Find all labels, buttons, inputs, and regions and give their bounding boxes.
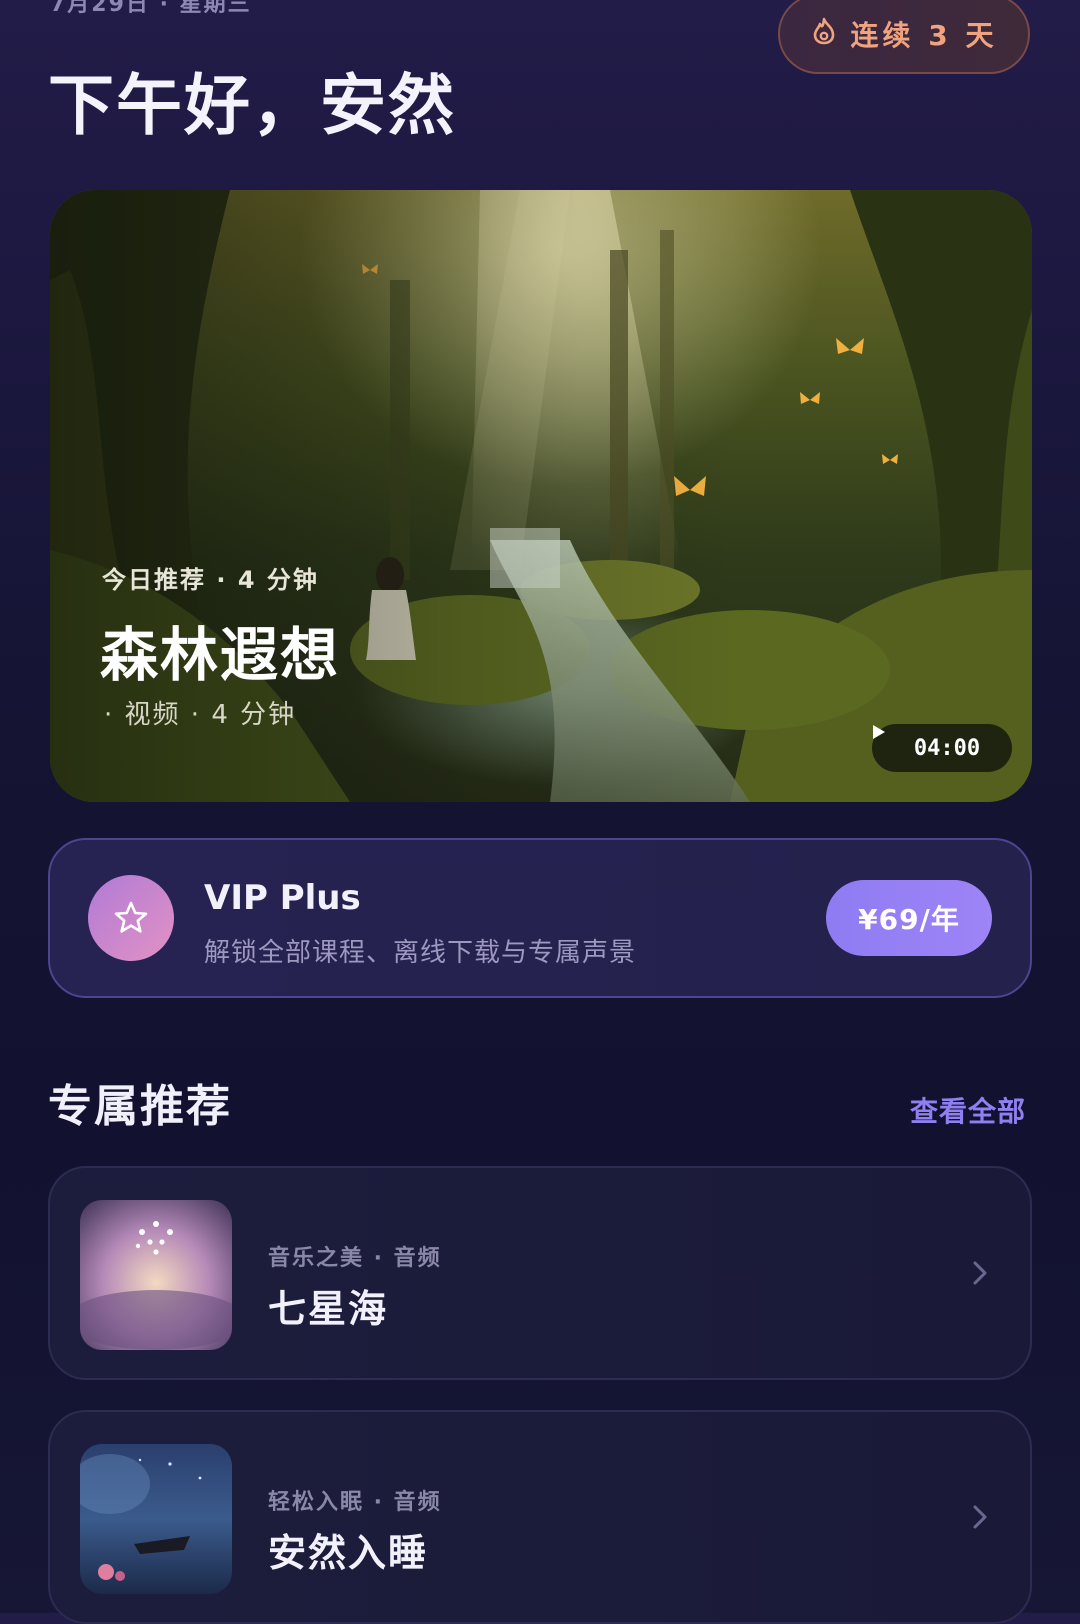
- chevron-right-icon: [972, 1260, 988, 1290]
- vip-banner[interactable]: VIP Plus 解锁全部课程、离线下载与专属声景 ¥69/年: [48, 838, 1032, 998]
- chevron-right-icon: [972, 1504, 988, 1534]
- vip-price-button[interactable]: ¥69/年: [826, 880, 992, 956]
- hero-card[interactable]: 今日推荐 · 4 分钟 森林遐想 · 视频 · 4 分钟 04:00: [50, 190, 1032, 802]
- star-icon: [88, 875, 174, 961]
- date-label: 7月29日 · 星期三: [50, 0, 252, 17]
- list-item[interactable]: 轻松入眠 · 音频 安然入睡: [48, 1410, 1032, 1624]
- sleep-boat-thumbnail: [80, 1444, 232, 1594]
- flame-icon: [811, 17, 837, 52]
- card-meta: 轻松入眠 · 音频: [268, 1490, 442, 1515]
- seven-star-sea-thumbnail: [80, 1200, 232, 1350]
- streak-label: 连续 3 天: [850, 19, 998, 52]
- list-item[interactable]: 音乐之美 · 音频 七星海: [48, 1166, 1032, 1380]
- hero-subtitle: · 视频 · 4 分钟: [104, 700, 297, 730]
- streak-badge[interactable]: 连续 3 天: [778, 0, 1030, 74]
- duration-badge[interactable]: 04:00: [872, 724, 1012, 772]
- vip-title: VIP Plus: [204, 878, 361, 918]
- greeting-title: 下午好，安然: [48, 67, 456, 144]
- section-title: 专属推荐: [48, 1081, 232, 1132]
- card-meta: 音乐之美 · 音频: [268, 1246, 442, 1271]
- hero-title: 森林遐想: [100, 621, 341, 689]
- card-title: 七星海: [268, 1287, 389, 1331]
- view-all-link[interactable]: 查看全部: [910, 1090, 1026, 1130]
- card-title: 安然入睡: [268, 1531, 429, 1575]
- hero-meta: 今日推荐 · 4 分钟: [102, 566, 319, 594]
- duration-label: 04:00: [913, 735, 981, 761]
- vip-subtitle: 解锁全部课程、离线下载与专属声景: [204, 938, 637, 968]
